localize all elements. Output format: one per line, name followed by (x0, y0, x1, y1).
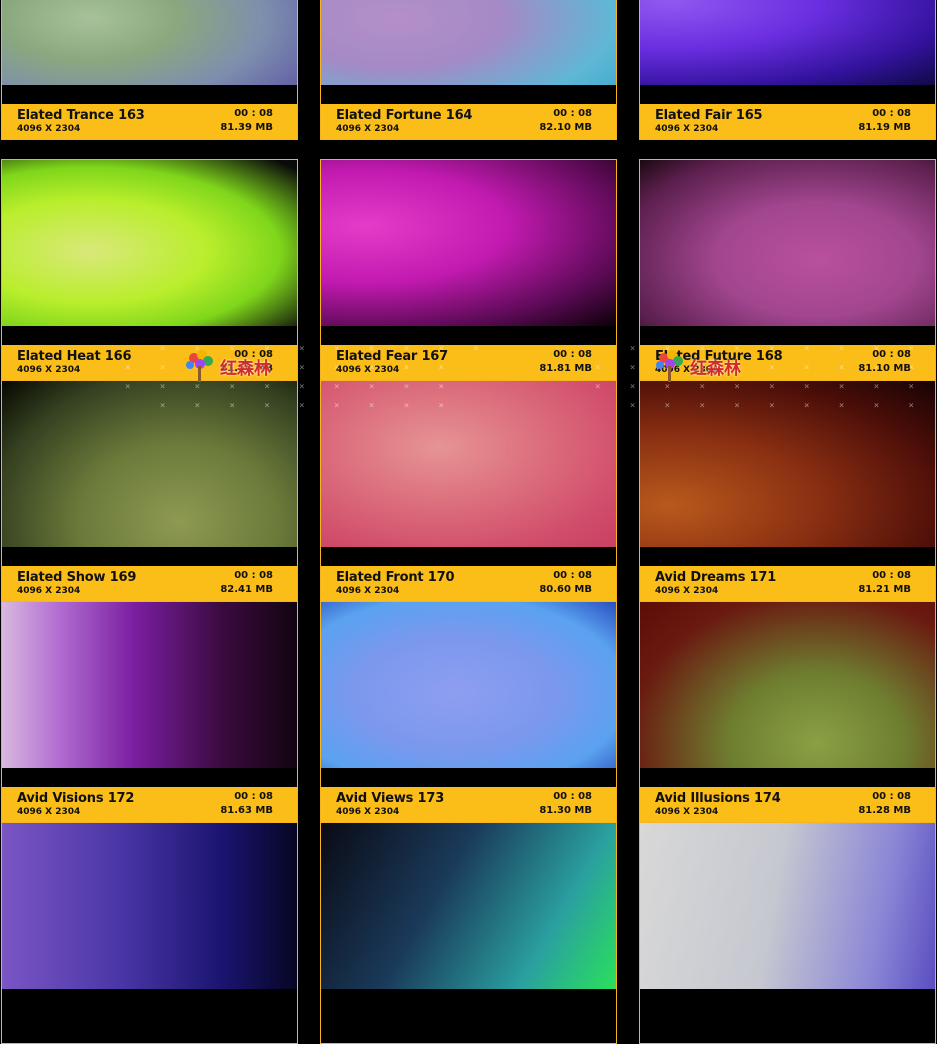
video-title: Elated Heat 166 (17, 349, 132, 364)
video-thumbnail[interactable] (640, 160, 935, 326)
video-title: Avid Visions 172 (17, 791, 135, 806)
file-size: 81.63 MB (220, 805, 273, 816)
video-thumbnail[interactable] (321, 0, 616, 85)
video-card[interactable]: Avid Illusions 174 4096 X 2304 00 : 08 81.2… (639, 601, 936, 823)
video-thumbnail[interactable] (321, 823, 616, 989)
video-card[interactable]: Elated Future 168 4096 X 2304 00 : 08 81.10… (639, 159, 936, 381)
video-duration: 00 : 08 (234, 570, 273, 581)
video-title: Elated Trance 163 (17, 108, 145, 123)
video-card[interactable] (1, 822, 298, 1044)
video-duration: 00 : 08 (872, 570, 911, 581)
video-title: Elated Fair 165 (655, 108, 763, 123)
file-size: 81.81 MB (539, 363, 592, 374)
info-bar: Elated Show 169 4096 X 2304 00 : 08 82.41 M… (2, 566, 297, 601)
video-thumbnail[interactable] (2, 160, 297, 326)
video-title: Elated Front 170 (336, 570, 455, 585)
info-bar: Elated Fear 167 4096 X 2304 00 : 08 81.81 M… (321, 345, 616, 380)
file-size: 80.60 MB (539, 584, 592, 595)
video-card[interactable]: Avid Visions 172 4096 X 2304 00 : 08 81.63 … (1, 601, 298, 823)
file-size: 81.39 MB (220, 122, 273, 133)
file-size: 81.10 MB (858, 363, 911, 374)
video-thumbnail[interactable] (640, 823, 935, 989)
video-resolution: 4096 X 2304 (336, 365, 400, 375)
video-duration: 00 : 08 (872, 791, 911, 802)
video-duration: 00 : 08 (872, 349, 911, 360)
video-duration: 00 : 08 (553, 108, 592, 119)
video-duration: 00 : 08 (553, 570, 592, 581)
video-grid: Elated Trance 163 4096 X 2304 00 : 08 81.39… (0, 0, 937, 1044)
video-duration: 00 : 08 (553, 791, 592, 802)
video-resolution: 4096 X 2304 (655, 586, 719, 596)
video-title: Elated Show 169 (17, 570, 137, 585)
video-thumbnail[interactable] (321, 160, 616, 326)
video-thumbnail[interactable] (321, 602, 616, 768)
info-bar: Elated Future 168 4096 X 2304 00 : 08 81.10… (640, 345, 935, 380)
video-title: Avid Dreams 171 (655, 570, 777, 585)
video-resolution: 4096 X 2304 (655, 807, 719, 817)
video-card[interactable] (320, 822, 617, 1044)
video-resolution: 4096 X 2304 (17, 807, 81, 817)
video-card[interactable]: Elated Fortune 164 4096 X 2304 00 : 08 82.1… (320, 0, 617, 140)
info-bar: Elated Fair 165 4096 X 2304 00 : 08 81.19 M… (640, 104, 935, 139)
video-card[interactable]: Elated Front 170 4096 X 2304 00 : 08 80.60 … (320, 380, 617, 602)
video-duration: 00 : 08 (234, 108, 273, 119)
video-resolution: 4096 X 2304 (17, 124, 81, 134)
video-thumbnail[interactable] (2, 602, 297, 768)
video-resolution: 4096 X 2304 (336, 807, 400, 817)
video-resolution: 4096 X 2304 (655, 365, 719, 375)
video-resolution: 4096 X 2304 (336, 124, 400, 134)
video-thumbnail[interactable] (640, 0, 935, 85)
info-bar: Avid Dreams 171 4096 X 2304 00 : 08 81.21 M… (640, 566, 935, 601)
file-size: 82.41 MB (220, 584, 273, 595)
video-thumbnail[interactable] (2, 0, 297, 85)
video-card[interactable]: Elated Heat 166 4096 X 2304 00 : 08 81.56 M… (1, 159, 298, 381)
info-bar: Elated Trance 163 4096 X 2304 00 : 08 81.39… (2, 104, 297, 139)
info-bar: Elated Front 170 4096 X 2304 00 : 08 80.60 … (321, 566, 616, 601)
file-size: 81.30 MB (539, 805, 592, 816)
video-title: Elated Fear 167 (336, 349, 448, 364)
video-card[interactable]: Elated Trance 163 4096 X 2304 00 : 08 81.39… (1, 0, 298, 140)
video-duration: 00 : 08 (234, 791, 273, 802)
file-size: 81.56 MB (220, 363, 273, 374)
video-card[interactable] (639, 822, 936, 1044)
video-thumbnail[interactable] (640, 602, 935, 768)
file-size: 81.28 MB (858, 805, 911, 816)
video-title: Avid Illusions 174 (655, 791, 781, 806)
video-thumbnail[interactable] (640, 381, 935, 547)
video-resolution: 4096 X 2304 (336, 586, 400, 596)
info-bar: Elated Heat 166 4096 X 2304 00 : 08 81.56 M… (2, 345, 297, 380)
info-bar: Avid Views 173 4096 X 2304 00 : 08 81.30 MB (321, 787, 616, 822)
video-title: Elated Future 168 (655, 349, 783, 364)
video-duration: 00 : 08 (553, 349, 592, 360)
video-resolution: 4096 X 2304 (17, 586, 81, 596)
video-thumbnail[interactable] (321, 381, 616, 547)
video-duration: 00 : 08 (872, 108, 911, 119)
video-thumbnail[interactable] (2, 823, 297, 989)
video-thumbnail[interactable] (2, 381, 297, 547)
video-title: Avid Views 173 (336, 791, 445, 806)
video-card[interactable]: Elated Fear 167 4096 X 2304 00 : 08 81.81 M… (320, 159, 617, 381)
file-size: 82.10 MB (539, 122, 592, 133)
video-card[interactable]: Elated Show 169 4096 X 2304 00 : 08 82.41 M… (1, 380, 298, 602)
video-card[interactable]: Avid Dreams 171 4096 X 2304 00 : 08 81.21 M… (639, 380, 936, 602)
info-bar: Avid Visions 172 4096 X 2304 00 : 08 81.63 … (2, 787, 297, 822)
file-size: 81.21 MB (858, 584, 911, 595)
video-duration: 00 : 08 (234, 349, 273, 360)
file-size: 81.19 MB (858, 122, 911, 133)
info-bar: Avid Illusions 174 4096 X 2304 00 : 08 81.2… (640, 787, 935, 822)
info-bar: Elated Fortune 164 4096 X 2304 00 : 08 82.1… (321, 104, 616, 139)
video-card[interactable]: Avid Views 173 4096 X 2304 00 : 08 81.30 MB (320, 601, 617, 823)
video-card[interactable]: Elated Fair 165 4096 X 2304 00 : 08 81.19 M… (639, 0, 936, 140)
video-title: Elated Fortune 164 (336, 108, 473, 123)
video-resolution: 4096 X 2304 (655, 124, 719, 134)
video-resolution: 4096 X 2304 (17, 365, 81, 375)
